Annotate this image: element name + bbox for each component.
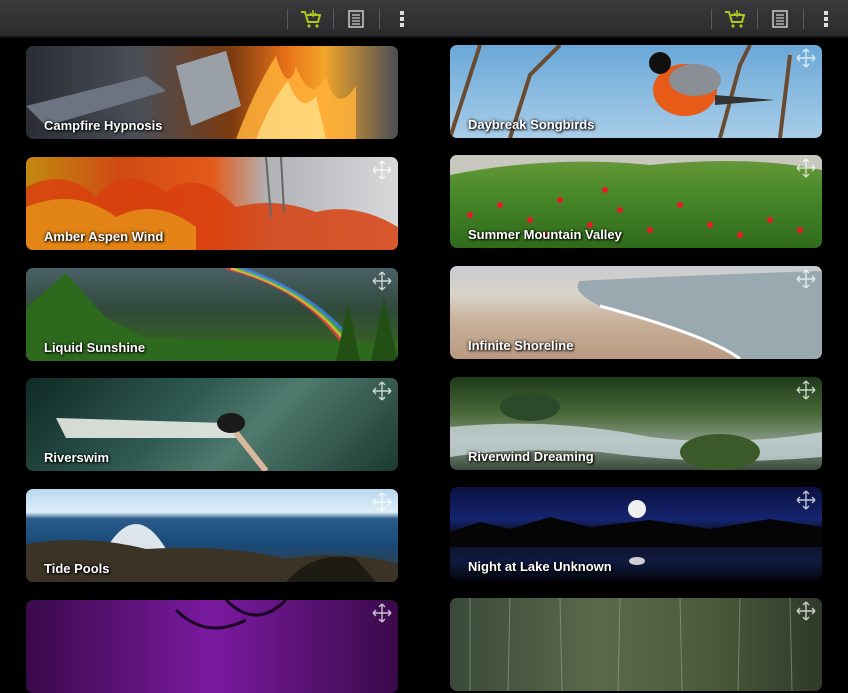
tile-title: Summer Mountain Valley xyxy=(468,227,622,242)
soundscape-tile-campfire[interactable]: Campfire Hypnosis xyxy=(26,46,398,139)
tile-title: Riverswim xyxy=(44,450,110,465)
soundscape-tile-infinite-shoreline[interactable]: Infinite Shoreline xyxy=(450,266,822,359)
overflow-menu-icon[interactable] xyxy=(389,7,415,31)
drag-handle-icon[interactable] xyxy=(372,603,392,623)
soundscape-tile-forest-rain[interactable] xyxy=(450,598,822,691)
drag-handle-icon[interactable] xyxy=(796,490,816,510)
divider xyxy=(757,9,758,29)
action-bar xyxy=(0,0,848,38)
drag-handle-icon[interactable] xyxy=(372,381,392,401)
soundscape-tile-purple[interactable] xyxy=(26,600,398,693)
cart-icon[interactable] xyxy=(722,7,748,31)
tile-title: Riverwind Dreaming xyxy=(468,449,594,464)
drag-handle-icon[interactable] xyxy=(796,269,816,289)
divider xyxy=(711,9,712,29)
tile-title: Infinite Shoreline xyxy=(468,338,574,353)
soundscape-tile-aspen[interactable]: Amber Aspen Wind xyxy=(26,157,398,250)
divider xyxy=(333,9,334,29)
tile-title: Liquid Sunshine xyxy=(44,340,146,355)
drag-handle-icon[interactable] xyxy=(796,380,816,400)
divider xyxy=(287,9,288,29)
tile-title: Amber Aspen Wind xyxy=(44,229,164,244)
drag-handle-icon[interactable] xyxy=(372,160,392,180)
tile-title: Tide Pools xyxy=(44,561,110,576)
tile-title: Night at Lake Unknown xyxy=(468,559,612,574)
drag-handle-icon[interactable] xyxy=(796,601,816,621)
cart-icon[interactable] xyxy=(298,7,324,31)
soundscape-tile-songbirds[interactable]: Daybreak Songbirds xyxy=(450,45,822,138)
soundscape-tile-liquid-sunshine[interactable]: Liquid Sunshine xyxy=(26,268,398,361)
tile-title: Campfire Hypnosis xyxy=(44,118,163,133)
soundscape-tile-riverswim[interactable]: Riverswim xyxy=(26,378,398,471)
drag-handle-icon[interactable] xyxy=(796,48,816,68)
tile-title: Daybreak Songbirds xyxy=(468,117,595,132)
drag-handle-icon[interactable] xyxy=(372,492,392,512)
soundscape-tile-night-lake[interactable]: Night at Lake Unknown xyxy=(450,487,822,580)
soundscape-tile-riverwind[interactable]: Riverwind Dreaming xyxy=(450,377,822,470)
drag-handle-icon[interactable] xyxy=(372,271,392,291)
list-icon[interactable] xyxy=(343,7,369,31)
divider xyxy=(803,9,804,29)
soundscape-tile-tide-pools[interactable]: Tide Pools xyxy=(26,489,398,582)
overflow-menu-icon[interactable] xyxy=(813,7,839,31)
divider xyxy=(379,9,380,29)
drag-handle-icon[interactable] xyxy=(796,158,816,178)
soundscape-tile-mountain-valley[interactable]: Summer Mountain Valley xyxy=(450,155,822,248)
list-icon[interactable] xyxy=(767,7,793,31)
